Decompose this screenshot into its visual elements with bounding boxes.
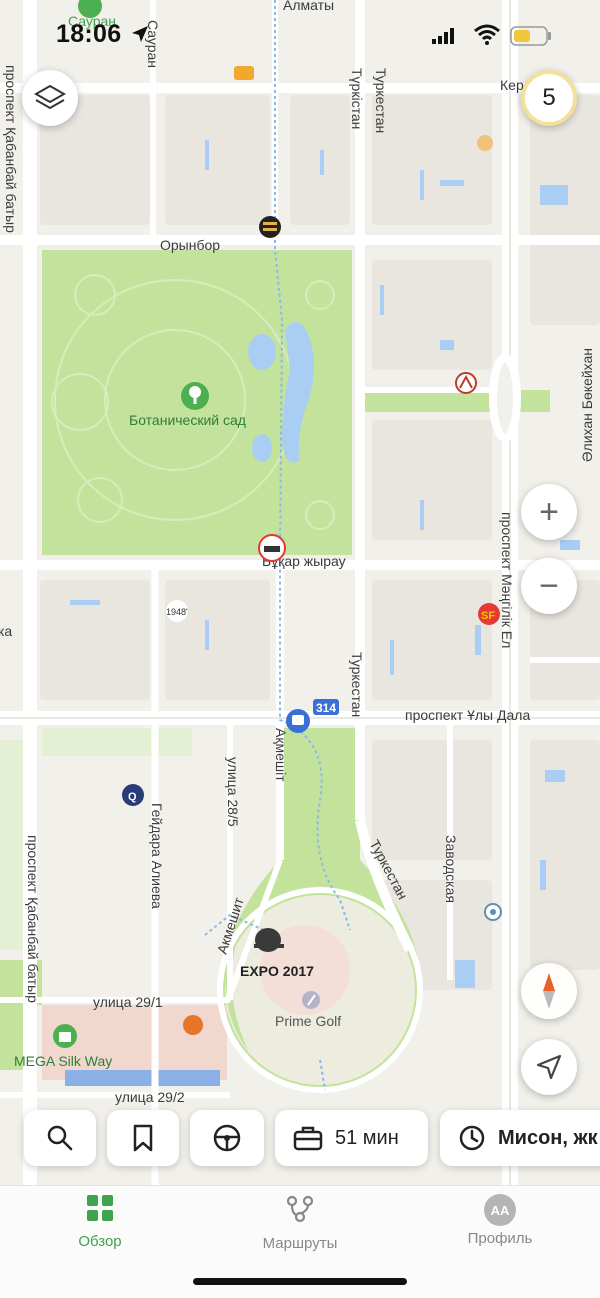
layers-count-badge[interactable]: 5	[521, 70, 577, 126]
drive-button[interactable]	[190, 1110, 264, 1166]
tab-overview-label: Обзор	[78, 1233, 122, 1250]
clock: 18:06	[56, 20, 122, 48]
botanic-garden-marker[interactable]	[181, 382, 209, 410]
layers-icon	[34, 84, 66, 110]
gas-station-marker[interactable]: SF	[478, 603, 500, 625]
poi-mega-label: MEGA Silk Way	[14, 1053, 112, 1069]
street-bekeikhan: Әлихан Бөкейхан	[579, 348, 595, 462]
street-turkestan-top: Туркестан	[373, 68, 389, 133]
cafe-marker[interactable]	[183, 1015, 203, 1035]
work-route-chip[interactable]: 51 мин	[275, 1110, 428, 1166]
plus-icon: +	[539, 493, 559, 531]
store-marker[interactable]: Q	[122, 784, 144, 806]
routes-icon	[286, 1195, 314, 1223]
street-turkistan-kz: Түркістан	[349, 68, 365, 129]
wifi-icon	[474, 24, 500, 51]
year-badge: 1948'	[166, 600, 188, 622]
golf-marker[interactable]	[302, 991, 320, 1009]
tab-profile[interactable]: АА Профиль	[420, 1194, 580, 1247]
signal-icon	[432, 28, 456, 49]
bus-stop-marker[interactable]	[286, 709, 310, 733]
mega-marker[interactable]	[53, 1024, 77, 1048]
battery-icon	[510, 26, 552, 51]
street-28-5: улица 28/5	[225, 757, 241, 827]
navigation-arrow-icon	[536, 1054, 562, 1080]
street-almaty: Алматы	[283, 0, 334, 13]
search-button[interactable]	[24, 1110, 96, 1166]
minus-icon: −	[539, 567, 559, 605]
bank-marker[interactable]	[259, 216, 281, 238]
street-akmeshit-vertical: Ақмешіт	[273, 728, 289, 782]
clock-icon	[459, 1125, 485, 1151]
metro-marker[interactable]	[455, 372, 477, 394]
street-mangilik: проспект Мәңгілік Ел	[499, 512, 515, 648]
grid-icon	[87, 1195, 113, 1221]
poi-botanic-label: Ботанический сад	[129, 412, 246, 428]
street-29-2: улица 29/2	[115, 1089, 185, 1105]
tab-routes[interactable]: Маршруты	[220, 1194, 380, 1252]
avatar: АА	[484, 1194, 516, 1226]
svg-text:1948': 1948'	[166, 607, 188, 617]
svg-text:SF: SF	[481, 610, 495, 622]
layers-button[interactable]	[22, 70, 78, 126]
poi-expo-label: EXPO 2017	[240, 963, 314, 979]
street-29-1: улица 29/1	[93, 994, 163, 1010]
bookmarks-button[interactable]	[107, 1110, 179, 1166]
compass-icon	[543, 973, 555, 1009]
street-orynbor: Орынбор	[160, 237, 220, 253]
svg-text:Q: Q	[128, 791, 137, 803]
taxi-marker[interactable]	[258, 534, 286, 562]
street-kabanbay-top: проспект Қабанбай батыр	[3, 65, 19, 233]
street-ka: ка	[0, 623, 12, 639]
briefcase-icon	[293, 1126, 323, 1151]
street-uly-dala: проспект Ұлы Дала	[405, 707, 530, 723]
street-kabanbay-bottom: проспект Қабанбай батыр	[25, 835, 41, 1003]
person-marker[interactable]	[477, 135, 493, 151]
work-time-label: 51 мин	[335, 1126, 399, 1149]
status-bar: 18:06	[0, 18, 600, 54]
home-route-chip[interactable]: Мисон, жк	[440, 1110, 600, 1166]
my-location-button[interactable]	[521, 1039, 577, 1095]
compass-button[interactable]	[521, 963, 577, 1019]
zoom-in-button[interactable]: +	[521, 484, 577, 540]
zoom-out-button[interactable]: −	[521, 558, 577, 614]
bookmark-icon	[133, 1124, 153, 1152]
route-number: 314	[316, 701, 336, 715]
avatar-initials: АА	[490, 1202, 510, 1218]
street-zavodskaya: Заводская	[443, 835, 459, 903]
tab-routes-label: Маршруты	[262, 1235, 338, 1252]
layers-count: 5	[542, 84, 556, 111]
map-canvas[interactable]: Алматы Сауран Керей Орынбор Бұқар жырау …	[0, 0, 600, 1185]
street-turkestan-mid: Туркестан	[349, 652, 365, 717]
street-heydar: Гейдара Алиева	[149, 803, 165, 909]
tab-overview[interactable]: Обзор	[20, 1194, 180, 1250]
poi-golf-label: Prime Golf	[275, 1013, 341, 1029]
home-indicator	[193, 1278, 407, 1285]
pin-marker[interactable]	[484, 903, 502, 921]
tab-profile-label: Профиль	[467, 1230, 533, 1247]
location-arrow-icon	[130, 24, 150, 49]
parking-marker[interactable]	[234, 66, 254, 80]
home-label: Мисон, жк	[498, 1126, 598, 1149]
search-icon	[47, 1125, 73, 1151]
steering-wheel-icon	[213, 1124, 241, 1152]
